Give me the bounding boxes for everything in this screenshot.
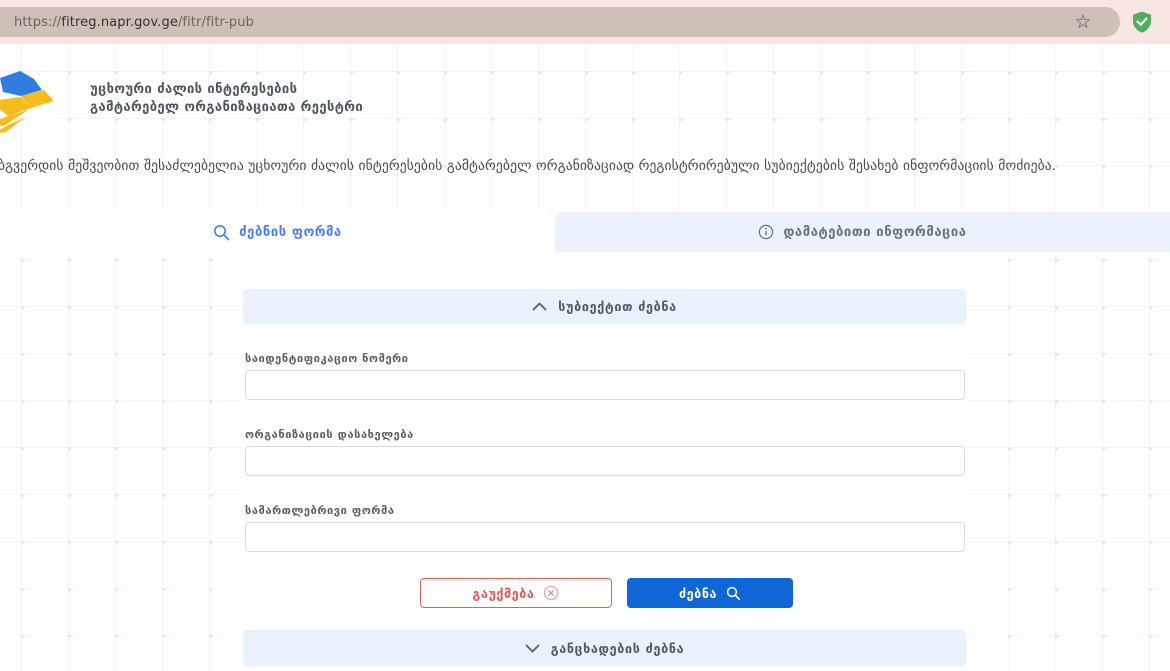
chevron-down-icon (525, 644, 540, 653)
browser-toolbar: https://fitreg.napr.gov.ge/fitr/fitr-pub… (0, 0, 1170, 44)
search-panel: სუბიექტით ძებნა საიდენტიფიკაციო ნომერი ო… (243, 252, 966, 671)
application-search-section-toggle[interactable]: განცხადების ძებნა (243, 630, 966, 666)
subject-search-section-title: სუბიექტით ძებნა (558, 299, 677, 314)
cancel-button[interactable]: გაუქმება (420, 578, 612, 608)
cancel-circle-x-icon (543, 585, 559, 601)
organization-name-label: ორგანიზაციის დასახელება (245, 428, 414, 441)
search-button-label: ძებნა (679, 586, 717, 601)
legal-form-label: სამართლებრივი ფორმა (245, 504, 395, 517)
intro-description: ებგვერდის მეშვეობით შესაძლებელია უცხოური… (0, 158, 1056, 174)
info-icon (758, 224, 774, 240)
search-button-magnifier-icon (726, 586, 741, 601)
application-search-section-title: განცხადების ძებნა (551, 641, 685, 656)
bookmark-star-icon[interactable]: ☆ (1070, 9, 1096, 35)
identification-number-label: საიდენტიფიკაციო ნომერი (245, 352, 409, 365)
legal-form-input[interactable] (245, 522, 965, 552)
extension-shield-icon[interactable] (1130, 10, 1154, 34)
subject-search-section-toggle[interactable]: სუბიექტით ძებნა (243, 289, 966, 324)
page-title: უცხოური ძალის ინტერესების გამტარებელ ორგ… (90, 81, 363, 117)
url-scheme: https:// (14, 15, 61, 30)
tab-additional-info[interactable]: დამატებითი ინფორმაცია (555, 212, 1170, 252)
tab-search-form[interactable]: ძებნის ფორმა (0, 212, 555, 252)
search-icon (213, 224, 230, 241)
page-title-line2: გამტარებელ ორგანიზაციათა რეესტრი (90, 99, 363, 117)
address-bar[interactable]: https://fitreg.napr.gov.ge/fitr/fitr-pub (0, 7, 1120, 37)
site-logo-icon (0, 66, 62, 142)
url-text: https://fitreg.napr.gov.ge/fitr/fitr-pub (14, 15, 254, 30)
page-title-line1: უცხოური ძალის ინტერესების (90, 81, 363, 99)
tab-bar: დამატებითი ინფორმაცია ძებნის ფორმა (0, 212, 1170, 252)
chevron-up-icon (532, 302, 547, 311)
cancel-button-label: გაუქმება (473, 586, 535, 601)
url-path: /fitr/fitr-pub (178, 15, 254, 30)
organization-name-input[interactable] (245, 446, 965, 476)
tab-search-form-label: ძებნის ფორმა (239, 225, 342, 240)
page-background: უცხოური ძალის ინტერესების გამტარებელ ორგ… (0, 44, 1170, 671)
url-host: fitreg.napr.gov.ge (61, 15, 178, 30)
search-button[interactable]: ძებნა (627, 578, 793, 608)
identification-number-input[interactable] (245, 370, 965, 400)
tab-additional-info-label: დამატებითი ინფორმაცია (783, 225, 966, 240)
